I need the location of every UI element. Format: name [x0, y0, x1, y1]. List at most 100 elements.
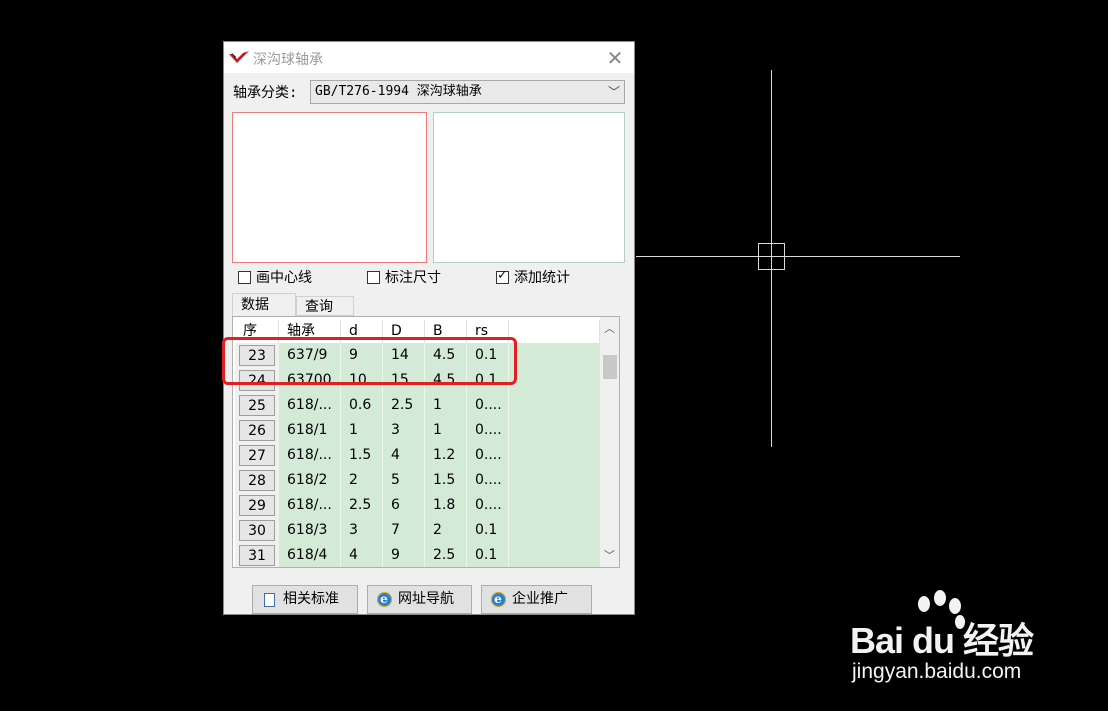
document-icon — [261, 592, 277, 608]
chevron-down-icon: ﹀ — [607, 85, 620, 99]
table-row[interactable]: 30 618/3 3 7 2 0.1 — [235, 518, 600, 543]
button-label: 企业推广 — [512, 591, 568, 607]
table-cell[interactable]: 0.6 — [341, 393, 383, 418]
tab-query[interactable]: 查询 — [296, 296, 354, 316]
dimension-checkbox[interactable]: 标注尺寸 — [367, 267, 441, 287]
highlight-annotation-box — [222, 337, 517, 385]
ie-browser-icon: e — [490, 592, 506, 608]
table-cell[interactable]: 2 — [341, 468, 383, 493]
bearing-dialog: 深沟球轴承 ✕ 轴承分类: GB/T276-1994 深沟球轴承 ﹀ 画中心线 … — [223, 41, 635, 615]
table-cell[interactable]: 618/3 — [279, 518, 341, 543]
table-cell[interactable]: 2 — [425, 518, 467, 543]
button-label: 相关标准 — [283, 591, 339, 607]
category-select[interactable]: GB/T276-1994 深沟球轴承 ﹀ — [310, 80, 625, 104]
table-cell[interactable]: 1.8 — [425, 493, 467, 518]
row-index[interactable]: 29 — [239, 495, 275, 516]
row-index-cell: 28 — [235, 468, 279, 493]
table-cell[interactable]: 0.1 — [467, 543, 509, 567]
tab-data[interactable]: 数据 — [232, 293, 296, 316]
crosshair-horizontal-line — [636, 256, 960, 257]
draw-centerline-checkbox[interactable]: 画中心线 — [238, 267, 312, 287]
row-filler — [509, 418, 600, 443]
table-cell[interactable]: 618/... — [279, 493, 341, 518]
table-cell[interactable]: 4 — [383, 443, 425, 468]
ie-browser-icon: e — [376, 592, 392, 608]
table-row[interactable]: 27 618/... 1.5 4 1.2 0.... — [235, 443, 600, 468]
row-index-cell: 31 — [235, 543, 279, 567]
row-filler — [509, 468, 600, 493]
table-cell[interactable]: 0.... — [467, 418, 509, 443]
table-row[interactable]: 26 618/1 1 3 1 0.... — [235, 418, 600, 443]
table-cell[interactable]: 0.... — [467, 443, 509, 468]
row-filler — [509, 543, 600, 567]
table-cell[interactable]: 1 — [425, 393, 467, 418]
vertical-scrollbar[interactable]: ︿ ﹀ — [600, 317, 619, 567]
related-standards-button[interactable]: 相关标准 — [252, 585, 358, 614]
add-statistics-checkbox[interactable]: 添加统计 — [496, 267, 570, 287]
preview-side-view — [433, 112, 625, 263]
watermark-url: jingyan.baidu.com — [852, 660, 1022, 683]
row-filler — [509, 343, 600, 368]
table-cell[interactable]: 3 — [383, 418, 425, 443]
preview-front-view — [232, 112, 427, 263]
table-row[interactable]: 28 618/2 2 5 1.5 0.... — [235, 468, 600, 493]
table-cell[interactable]: 618/4 — [279, 543, 341, 567]
row-index-cell: 26 — [235, 418, 279, 443]
checkbox-label: 添加统计 — [514, 270, 570, 286]
table-cell[interactable]: 0.1 — [467, 518, 509, 543]
table-cell[interactable]: 1 — [341, 418, 383, 443]
row-index[interactable]: 28 — [239, 470, 275, 491]
row-filler — [509, 518, 600, 543]
table-row[interactable]: 25 618/... 0.6 2.5 1 0.... — [235, 393, 600, 418]
table-cell[interactable]: 2.5 — [425, 543, 467, 567]
table-cell[interactable]: 9 — [383, 543, 425, 567]
scroll-down-icon[interactable]: ﹀ — [600, 546, 619, 565]
checkbox-label: 标注尺寸 — [385, 270, 441, 286]
table-cell[interactable]: 1.5 — [425, 468, 467, 493]
button-label: 网址导航 — [398, 591, 454, 607]
table-cell[interactable]: 2.5 — [383, 393, 425, 418]
table-row[interactable]: 29 618/... 2.5 6 1.8 0.... — [235, 493, 600, 518]
table-cell[interactable]: 618/... — [279, 393, 341, 418]
title-bar[interactable]: 深沟球轴承 ✕ — [224, 42, 634, 73]
table-cell[interactable]: 6 — [383, 493, 425, 518]
checkbox-box — [367, 270, 380, 284]
checkbox-box — [238, 270, 251, 284]
table-cell[interactable]: 0.... — [467, 493, 509, 518]
crosshair-pickbox — [758, 243, 785, 270]
table-row[interactable]: 31 618/4 4 9 2.5 0.1 — [235, 543, 600, 567]
table-cell[interactable]: 1.5 — [341, 443, 383, 468]
row-index[interactable]: 27 — [239, 445, 275, 466]
row-filler — [509, 368, 600, 393]
table-cell[interactable]: 0.... — [467, 468, 509, 493]
enterprise-promotion-button[interactable]: e 企业推广 — [481, 585, 592, 614]
table-cell[interactable]: 4 — [341, 543, 383, 567]
table-cell[interactable]: 1 — [425, 418, 467, 443]
table-cell[interactable]: 2.5 — [341, 493, 383, 518]
table-cell[interactable]: 1.2 — [425, 443, 467, 468]
row-index-cell: 29 — [235, 493, 279, 518]
table-cell[interactable]: 618/1 — [279, 418, 341, 443]
row-filler — [509, 493, 600, 518]
row-index[interactable]: 31 — [239, 545, 275, 566]
row-index-cell: 25 — [235, 393, 279, 418]
column-header-filler — [509, 320, 600, 343]
table-cell[interactable]: 618/... — [279, 443, 341, 468]
dialog-title: 深沟球轴承 — [253, 52, 323, 68]
row-index[interactable]: 26 — [239, 420, 275, 441]
table-cell[interactable]: 618/2 — [279, 468, 341, 493]
url-navigation-button[interactable]: e 网址导航 — [367, 585, 472, 614]
table-cell[interactable]: 7 — [383, 518, 425, 543]
scroll-up-icon[interactable]: ︿ — [600, 319, 619, 338]
category-label: 轴承分类: — [233, 85, 298, 101]
app-logo-icon — [229, 51, 249, 63]
row-index-cell: 30 — [235, 518, 279, 543]
table-cell[interactable]: 5 — [383, 468, 425, 493]
scrollbar-thumb[interactable] — [603, 355, 617, 379]
close-icon[interactable]: ✕ — [602, 45, 628, 71]
table-cell[interactable]: 3 — [341, 518, 383, 543]
row-index[interactable]: 25 — [239, 395, 275, 416]
checkbox-box-checked — [496, 268, 509, 284]
row-index[interactable]: 30 — [239, 520, 275, 541]
table-cell[interactable]: 0.... — [467, 393, 509, 418]
